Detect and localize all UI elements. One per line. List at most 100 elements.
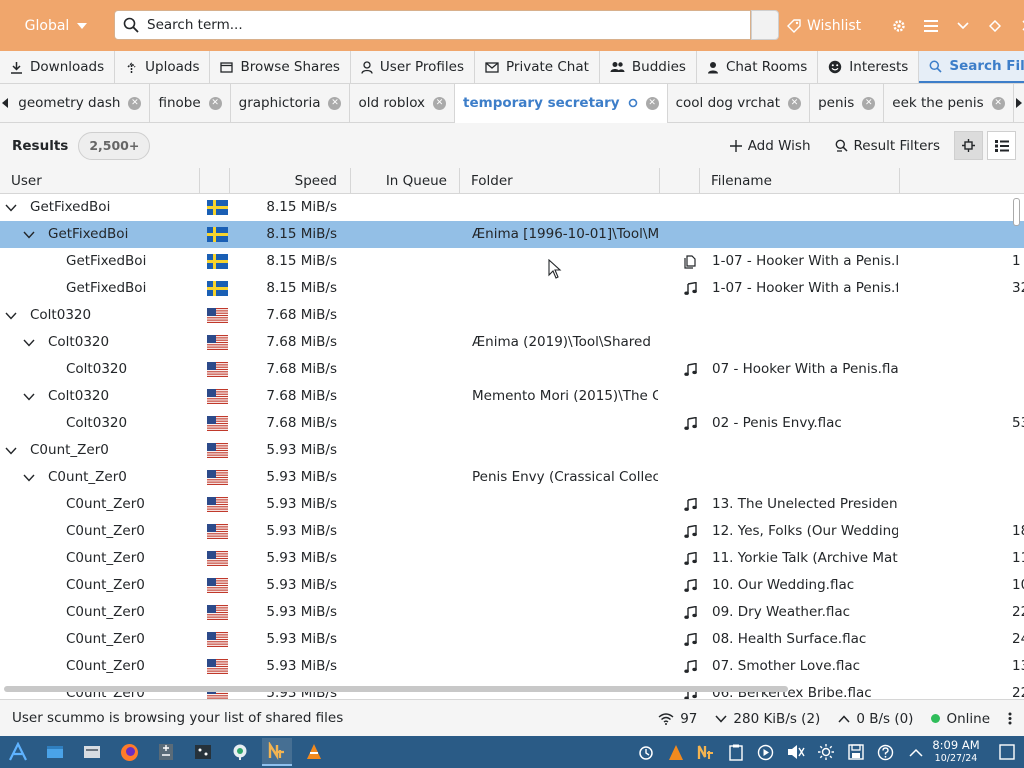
maximize-button[interactable] [979, 19, 1011, 32]
result-filters-button[interactable]: Result Filters [825, 132, 950, 160]
close-icon[interactable]: ✕ [208, 96, 222, 110]
tab-buddies[interactable]: Buddies [600, 51, 697, 83]
column-header-in-queue[interactable]: In Queue [351, 168, 460, 194]
column-header-speed[interactable]: Speed [230, 168, 351, 194]
search-tab[interactable]: penis ✕ [810, 83, 885, 123]
search-tab[interactable]: cool dog vrchat ✕ [668, 83, 811, 123]
tab-browse-shares[interactable]: Browse Shares [210, 51, 351, 83]
tray-vlc-button[interactable] [666, 743, 685, 762]
vertical-scrollbar[interactable] [1013, 198, 1020, 226]
search-tab[interactable]: graphictoria ✕ [231, 83, 351, 123]
result-row[interactable]: C0unt_Zer0 5.93 MiB/s 11. Yorkie Talk (Arc… [0, 545, 1024, 572]
wishlist-button[interactable]: Wishlist [787, 18, 861, 34]
taskbar-desktop-button[interactable] [40, 738, 70, 766]
close-icon[interactable]: ✕ [433, 96, 447, 110]
result-row[interactable]: Colt0320 7.68 MiB/s [0, 302, 1024, 329]
tree-view-button[interactable] [954, 131, 983, 160]
horizontal-scrollbar[interactable] [4, 686, 788, 692]
result-row[interactable]: C0unt_Zer0 5.93 MiB/s 09. Dry Weather.flac… [0, 599, 1024, 626]
close-icon[interactable]: ✕ [788, 96, 802, 110]
expand-chevron-icon[interactable] [22, 329, 36, 356]
result-row[interactable]: C0unt_Zer0 5.93 MiB/s 12. Yes, Folks (Our … [0, 518, 1024, 545]
tray-notifications-button[interactable] [636, 743, 655, 762]
column-header-file-type[interactable] [660, 168, 700, 194]
close-icon[interactable]: ✕ [128, 96, 142, 110]
connections-indicator[interactable]: 97 [658, 711, 697, 727]
tray-clipboard-button[interactable] [726, 743, 745, 762]
tray-storage-button[interactable] [846, 743, 865, 762]
result-row[interactable]: Colt0320 7.68 MiB/s 02 - Penis Envy.flac 53 [0, 410, 1024, 437]
scroll-tabs-right-button[interactable] [1014, 98, 1024, 108]
expand-chevron-icon[interactable] [4, 302, 18, 329]
search-tab[interactable]: old roblox ✕ [350, 83, 456, 123]
result-row[interactable]: C0unt_Zer0 5.93 MiB/s 08. Health Surface.f… [0, 626, 1024, 653]
tab-uploads[interactable]: Uploads [115, 51, 211, 83]
column-header-user[interactable]: User [0, 168, 200, 194]
taskbar-app-button[interactable] [151, 738, 181, 766]
close-button[interactable] [1011, 20, 1024, 31]
tray-help-button[interactable] [876, 743, 895, 762]
add-wish-button[interactable]: Add Wish [720, 132, 821, 160]
result-row[interactable]: GetFixedBoi 8.15 MiB/s [0, 194, 1024, 221]
taskbar-files-button[interactable] [77, 738, 107, 766]
close-icon[interactable]: ✕ [991, 96, 1005, 110]
upload-speed-indicator[interactable]: 0 B/s (0) [838, 711, 913, 727]
tray-brightness-button[interactable] [816, 743, 835, 762]
result-row[interactable]: C0unt_Zer0 5.93 MiB/s 13. The Unelected Pr… [0, 491, 1024, 518]
tray-volume-button[interactable] [786, 743, 805, 762]
tray-expand-button[interactable] [906, 743, 925, 762]
scroll-tabs-left-button[interactable] [0, 98, 10, 108]
tray-media-button[interactable] [756, 743, 775, 762]
search-history-button[interactable] [751, 10, 779, 40]
tab-chat-rooms[interactable]: Chat Rooms [697, 51, 819, 83]
tray-nicotine-button[interactable] [696, 743, 715, 762]
result-row[interactable]: C0unt_Zer0 5.93 MiB/s 07. Smother Love.fla… [0, 653, 1024, 680]
taskbar-network-app-button[interactable] [225, 738, 255, 766]
expand-chevron-icon[interactable] [4, 194, 18, 221]
search-tab-active[interactable]: temporary secretary ✕ [455, 83, 668, 123]
start-menu-button[interactable] [3, 738, 33, 766]
search-tab[interactable]: eek the penis ✕ [884, 83, 1014, 123]
result-row[interactable]: GetFixedBoi 8.15 MiB/s 1-07 - Hooker With … [0, 275, 1024, 302]
column-header-filename[interactable]: Filename [700, 168, 900, 194]
tab-downloads[interactable]: Downloads [0, 51, 116, 83]
result-row[interactable]: C0unt_Zer0 5.93 MiB/s Penis Envy (Crassica… [0, 464, 1024, 491]
result-row[interactable]: Colt0320 7.68 MiB/s Ænima (2019)\Tool\Shar… [0, 329, 1024, 356]
result-row[interactable]: GetFixedBoi 8.15 MiB/s 1-07 - Hooker With … [0, 248, 1024, 275]
list-view-button[interactable] [987, 131, 1016, 160]
search-tab[interactable]: geometry dash ✕ [10, 83, 151, 123]
search-input[interactable] [147, 17, 750, 33]
result-row[interactable]: C0unt_Zer0 5.93 MiB/s [0, 437, 1024, 464]
expand-chevron-icon[interactable] [22, 383, 36, 410]
taskbar-terminal-button[interactable] [188, 738, 218, 766]
column-header-folder[interactable]: Folder [460, 168, 660, 194]
result-row[interactable]: C0unt_Zer0 5.93 MiB/s 10. Our Wedding.flac… [0, 572, 1024, 599]
scope-dropdown[interactable]: Global [0, 18, 112, 34]
tab-private-chat[interactable]: Private Chat [475, 51, 600, 83]
online-status[interactable]: Online [931, 711, 990, 727]
status-menu-button[interactable] [1008, 712, 1012, 725]
tab-search-files[interactable]: Search Files [919, 51, 1024, 83]
close-icon[interactable]: ✕ [645, 96, 659, 110]
taskbar-firefox-button[interactable] [114, 738, 144, 766]
close-icon[interactable]: ✕ [328, 96, 342, 110]
expand-chevron-icon[interactable] [22, 464, 36, 491]
result-row[interactable]: Colt0320 7.68 MiB/s Memento Mori (2015)\Th… [0, 383, 1024, 410]
expand-chevron-icon[interactable] [22, 221, 36, 248]
taskbar-nicotine-button[interactable] [262, 738, 292, 766]
close-icon[interactable]: ✕ [862, 96, 876, 110]
menu-button[interactable] [915, 19, 947, 32]
column-header-country[interactable] [200, 168, 230, 194]
taskbar-vlc-button[interactable] [299, 738, 329, 766]
settings-button[interactable] [883, 19, 915, 33]
result-row[interactable]: GetFixedBoi 8.15 MiB/s Ænima [1996-10-01]\… [0, 221, 1024, 248]
result-row[interactable]: Colt0320 7.68 MiB/s 07 - Hooker With a Pen… [0, 356, 1024, 383]
tab-user-profiles[interactable]: User Profiles [351, 51, 475, 83]
tab-interests[interactable]: Interests [818, 51, 920, 83]
show-desktop-button[interactable] [992, 738, 1022, 766]
taskbar-clock[interactable]: 8:09 AM 10/27/24 [926, 739, 986, 765]
search-tab[interactable]: finobe ✕ [150, 83, 231, 123]
download-speed-indicator[interactable]: 280 KiB/s (2) [715, 711, 820, 727]
minimize-button[interactable] [947, 21, 979, 30]
search-field[interactable] [114, 10, 751, 40]
